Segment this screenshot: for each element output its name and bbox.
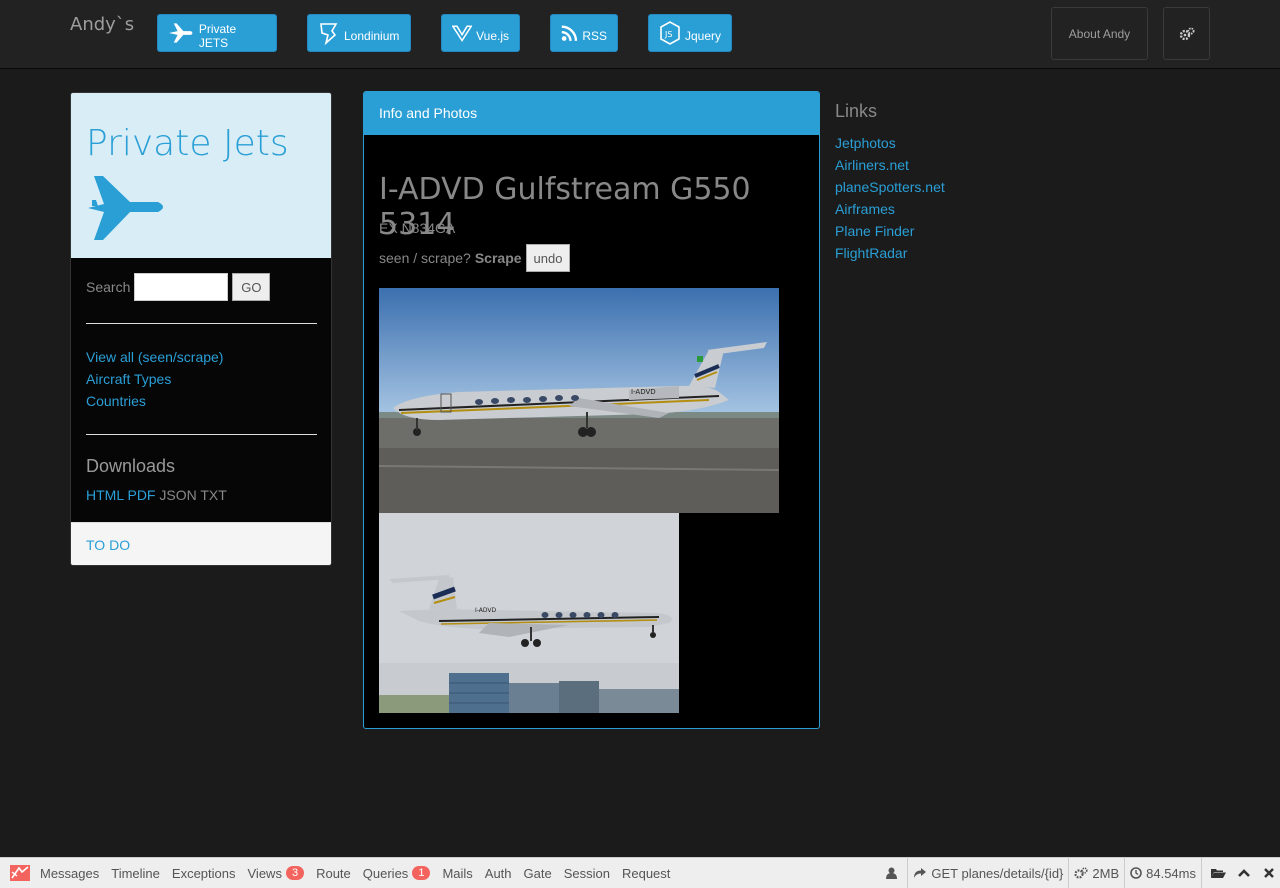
nav-button-label: Private JETS (198, 22, 237, 50)
tab-label: Timeline (111, 865, 160, 881)
link-plane-finder[interactable]: Plane Finder (835, 223, 914, 239)
svg-text:JS: JS (664, 30, 672, 39)
downloads-row: HTML PDF JSON TXT (86, 487, 316, 503)
debug-bar: Messages Timeline Exceptions Views 3 Rout… (0, 857, 1280, 888)
settings-button[interactable] (1163, 7, 1210, 60)
nav-button-label: RSS (582, 29, 607, 43)
tab-timeline[interactable]: Timeline (105, 866, 166, 881)
brand-title[interactable]: Andy`s (70, 14, 134, 35)
nav-button-rss[interactable]: RSS (550, 14, 618, 52)
tab-queries[interactable]: Queries 1 (357, 866, 437, 881)
memory-label: 2MB (1092, 865, 1120, 881)
tab-mails[interactable]: Mails (436, 866, 478, 881)
tab-views[interactable]: Views 3 (242, 866, 311, 881)
nodejs-icon: JS (660, 21, 680, 45)
search-row: Search GO (86, 272, 316, 302)
divider (86, 434, 317, 435)
center-panel: Info and Photos I-ADVD Gulfstream G550 5… (363, 91, 820, 729)
tab-auth[interactable]: Auth (479, 866, 518, 881)
close-icon[interactable] (1258, 858, 1280, 888)
memory-info[interactable]: 2MB (1068, 858, 1124, 888)
download-pdf-link[interactable]: PDF (127, 487, 155, 503)
nav-button-jquery[interactable]: JS Jquery (648, 14, 732, 52)
downloads-title: Downloads (86, 456, 176, 476)
tab-request[interactable]: Request (616, 866, 676, 881)
vue-icon (452, 25, 473, 42)
tab-label: Request (621, 865, 671, 881)
tab-exceptions[interactable]: Exceptions (166, 866, 242, 881)
cogs-icon (1179, 27, 1194, 40)
share-icon (914, 868, 927, 878)
time-label: 84.54ms (1146, 865, 1196, 881)
tab-session[interactable]: Session (558, 866, 616, 881)
left-panel: Private Jets Search GO View all (seen/sc… (70, 92, 332, 566)
ex-registration: EX N834GA (379, 220, 456, 236)
left-panel-header: Private Jets (71, 93, 331, 258)
nav-button-private-jets[interactable]: Private JETS (157, 14, 277, 52)
top-navbar: Andy`s Private JETS Londinium Vue.js RSS… (0, 0, 1280, 69)
tab-label: Exceptions (171, 865, 236, 881)
nav-button-label: Jquery (684, 29, 721, 43)
download-html-link[interactable]: HTML (86, 487, 124, 503)
todo-footer[interactable]: TO DO (71, 522, 331, 565)
link-airliners[interactable]: Airliners.net (835, 157, 909, 173)
undo-button[interactable]: undo (525, 244, 571, 272)
link-airframes[interactable]: Airframes (835, 201, 895, 217)
tab-label: Gate (523, 865, 552, 881)
left-panel-title: Private Jets (86, 123, 289, 164)
nav-button-label: Londinium (344, 29, 400, 43)
tab-label: Mails (442, 865, 473, 881)
pen-icon (320, 23, 338, 45)
nav-button-label: Vue.js (476, 29, 509, 43)
tab-label: Messages (40, 865, 100, 881)
chevron-up-icon[interactable] (1230, 858, 1258, 888)
queries-count-badge: 1 (412, 866, 431, 880)
tab-label: Views (247, 865, 282, 881)
aircraft-photo-2[interactable]: I-ADVD (379, 513, 679, 713)
download-json: JSON (159, 487, 197, 503)
link-jetphotos[interactable]: Jetphotos (835, 135, 896, 151)
tab-gate[interactable]: Gate (518, 866, 558, 881)
route-label: GET planes/details/{id} (931, 865, 1064, 881)
panel-header: Info and Photos (364, 92, 819, 135)
search-label: Search (86, 279, 131, 295)
photo-registration: I-ADVD (631, 388, 656, 396)
nav-button-vuejs[interactable]: Vue.js (441, 14, 520, 52)
tab-label: Session (563, 865, 610, 881)
search-input[interactable] (134, 273, 229, 301)
tab-label: Auth (484, 865, 512, 881)
photo-registration: I-ADVD (475, 607, 497, 614)
tab-label: Queries (362, 865, 409, 881)
divider (86, 323, 317, 324)
nav-button-londinium[interactable]: Londinium (307, 14, 411, 52)
clock-icon (1130, 867, 1142, 879)
route-info[interactable]: GET planes/details/{id} (907, 858, 1068, 888)
tab-route[interactable]: Route (310, 866, 357, 881)
link-aircraft-types[interactable]: Aircraft Types (86, 368, 316, 390)
time-info[interactable]: 84.54ms (1124, 858, 1201, 888)
go-button[interactable]: GO (232, 273, 271, 301)
user-icon[interactable] (876, 858, 907, 888)
link-countries[interactable]: Countries (86, 390, 316, 412)
link-view-all[interactable]: View all (seen/scrape) (86, 346, 316, 368)
views-count-badge: 3 (285, 866, 305, 880)
links-title: Links (835, 101, 878, 121)
link-planespotters[interactable]: planeSpotters.net (835, 179, 945, 195)
aircraft-photo-1[interactable]: I-ADVD (379, 288, 779, 513)
tab-label: Route (316, 865, 351, 881)
about-andy-button[interactable]: About Andy (1051, 7, 1148, 60)
scrape-status: Scrape (474, 250, 522, 266)
rss-icon (561, 25, 578, 42)
download-txt: TXT (200, 487, 227, 503)
open-folder-icon[interactable] (1201, 858, 1230, 888)
laravel-logo-icon[interactable] (6, 858, 34, 888)
cogs-icon (1074, 867, 1088, 879)
seen-label: seen / scrape? (379, 250, 471, 266)
plane-icon (88, 176, 163, 240)
tab-messages[interactable]: Messages (34, 866, 105, 881)
plane-icon (168, 23, 193, 43)
seen-scrape-row: seen / scrape? Scrape undo (379, 244, 571, 272)
link-flightradar[interactable]: FlightRadar (835, 245, 907, 261)
